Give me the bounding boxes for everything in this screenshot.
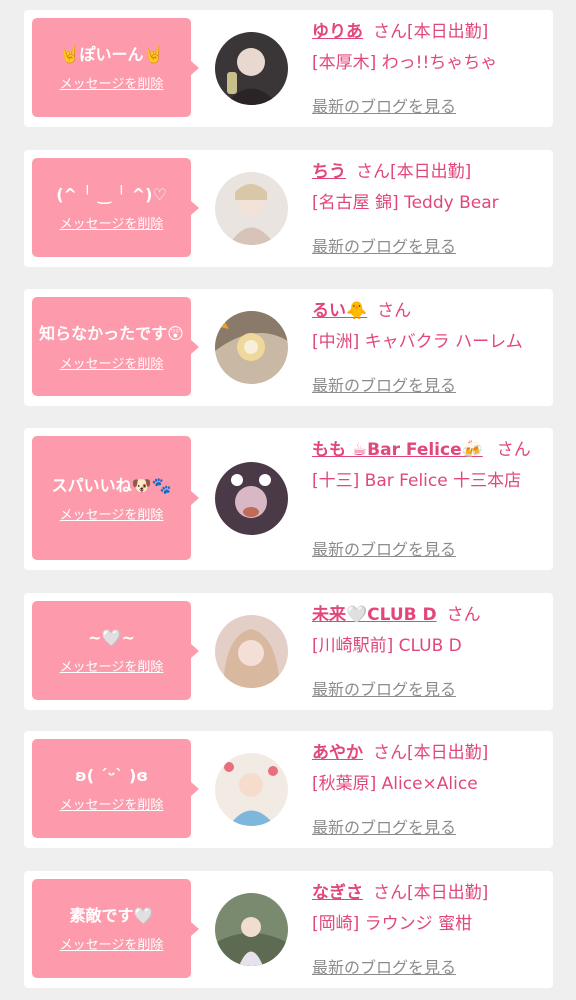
shop-name: [本厚木] わっ!!ちゃちゃ <box>312 53 498 73</box>
delete-message-link[interactable]: メッセージを削除 <box>60 213 164 232</box>
shop-name: [秋葉原] Alice×Alice <box>312 774 478 794</box>
profile-info: あやか さん[本日出勤] [秋葉原] Alice×Alice <box>312 738 545 800</box>
message-card: 素敵です🤍 メッセージを削除 なぎさ さん[本日出勤] [岡崎] ラウンジ 蜜柑 … <box>24 871 553 988</box>
latest-blog-link[interactable]: 最新のブログを見る <box>312 233 456 257</box>
honorific: さん <box>356 162 390 182</box>
message-text: 素敵です🤍 <box>69 906 154 925</box>
cast-name-link[interactable]: ゆりあ <box>312 22 363 42</box>
avatar-photo <box>215 615 288 688</box>
honorific: さん <box>496 440 531 460</box>
message-text: ~🤍~ <box>88 628 135 647</box>
avatar-photo <box>215 893 288 966</box>
honorific: さん <box>373 743 407 763</box>
cast-name-link[interactable]: もも ☕Bar Felice🍻 <box>312 440 483 460</box>
cast-name-link[interactable]: なぎさ <box>312 883 363 903</box>
avatar[interactable] <box>215 462 288 535</box>
honorific: さん <box>446 605 481 625</box>
status-tag: [本日出勤] <box>407 22 489 42</box>
message-text: ʚ( ˊᵕˋ )ɞ <box>75 766 148 785</box>
message-text: 🤘ぽいーん🤘 <box>59 45 164 64</box>
message-card: スパいいね🐶🐾 メッセージを削除 もも ☕Bar Felice🍻 さん [十三] … <box>24 428 553 570</box>
latest-blog-link[interactable]: 最新のブログを見る <box>312 93 456 117</box>
latest-blog-link[interactable]: 最新のブログを見る <box>312 372 456 396</box>
cast-name-link[interactable]: あやか <box>312 743 363 763</box>
avatar-photo <box>215 311 288 384</box>
honorific: さん <box>373 22 407 42</box>
avatar[interactable] <box>215 615 288 688</box>
message-card: ~🤍~ メッセージを削除 未来🤍CLUB D さん [川崎駅前] CLUB D 最… <box>24 593 553 710</box>
avatar-photo <box>215 32 288 105</box>
delete-message-link[interactable]: メッセージを削除 <box>60 794 164 813</box>
profile-info: ゆりあ さん[本日出勤] [本厚木] わっ!!ちゃちゃ <box>312 17 545 79</box>
profile-info: 未来🤍CLUB D さん [川崎駅前] CLUB D <box>312 600 545 662</box>
shop-name: [十三] Bar Felice 十三本店 <box>312 471 522 491</box>
message-bubble: スパいいね🐶🐾 メッセージを削除 <box>32 436 199 560</box>
avatar-photo <box>215 462 288 535</box>
avatar[interactable] <box>215 753 288 826</box>
latest-blog-link[interactable]: 最新のブログを見る <box>312 676 456 700</box>
message-bubble: (^ ╵ ‿ ╵ ^)♡ メッセージを削除 <box>32 158 199 257</box>
delete-message-link[interactable]: メッセージを削除 <box>60 934 164 953</box>
message-bubble: 知らなかったです😲 メッセージを削除 <box>32 297 199 396</box>
status-tag: [本日出勤] <box>407 883 489 903</box>
profile-info: ちう さん[本日出勤] [名古屋 錦] Teddy Bear <box>312 157 545 219</box>
shop-name: [名古屋 錦] Teddy Bear <box>312 193 499 213</box>
delete-message-link[interactable]: メッセージを削除 <box>60 73 164 92</box>
message-text: スパいいね🐶🐾 <box>51 475 172 495</box>
profile-info: なぎさ さん[本日出勤] [岡崎] ラウンジ 蜜柑 <box>312 878 545 940</box>
latest-blog-link[interactable]: 最新のブログを見る <box>312 536 456 560</box>
message-bubble: 素敵です🤍 メッセージを削除 <box>32 879 199 978</box>
avatar[interactable] <box>215 32 288 105</box>
cast-name-link[interactable]: 未来🤍CLUB D <box>312 605 437 625</box>
message-bubble: ʚ( ˊᵕˋ )ɞ メッセージを削除 <box>32 739 199 838</box>
cast-name-link[interactable]: るい🐥 <box>312 301 367 321</box>
cast-name-link[interactable]: ちう <box>312 162 346 182</box>
shop-name: [中洲] キャバクラ ハーレム <box>312 332 523 352</box>
shop-name: [川崎駅前] CLUB D <box>312 636 462 656</box>
delete-message-link[interactable]: メッセージを削除 <box>60 353 164 372</box>
avatar[interactable] <box>215 893 288 966</box>
delete-message-link[interactable]: メッセージを削除 <box>60 504 164 523</box>
status-tag: [本日出勤] <box>407 743 489 763</box>
status-tag: [本日出勤] <box>390 162 472 182</box>
profile-info: るい🐥 さん [中洲] キャバクラ ハーレム <box>312 296 545 358</box>
message-bubble: 🤘ぽいーん🤘 メッセージを削除 <box>32 18 199 117</box>
avatar-photo <box>215 753 288 826</box>
message-card: 知らなかったです😲 メッセージを削除 るい🐥 さん [中洲] キャバクラ ハーレム… <box>24 289 553 406</box>
honorific: さん <box>377 301 412 321</box>
latest-blog-link[interactable]: 最新のブログを見る <box>312 954 456 978</box>
latest-blog-link[interactable]: 最新のブログを見る <box>312 814 456 838</box>
honorific: さん <box>373 883 407 903</box>
avatar[interactable] <box>215 172 288 245</box>
avatar[interactable] <box>215 311 288 384</box>
message-card: ʚ( ˊᵕˋ )ɞ メッセージを削除 あやか さん[本日出勤] [秋葉原] Ali… <box>24 731 553 848</box>
message-card: (^ ╵ ‿ ╵ ^)♡ メッセージを削除 ちう さん[本日出勤] [名古屋 錦]… <box>24 150 553 267</box>
message-bubble: ~🤍~ メッセージを削除 <box>32 601 199 700</box>
message-list: 🤘ぽいーん🤘 メッセージを削除 ゆりあ さん[本日出勤] [本厚木] わっ!!ちゃ… <box>0 0 576 1000</box>
shop-name: [岡崎] ラウンジ 蜜柑 <box>312 914 473 934</box>
message-text: 知らなかったです😲 <box>39 324 184 343</box>
profile-info: もも ☕Bar Felice🍻 さん [十三] Bar Felice 十三本店 <box>312 435 545 497</box>
message-text: (^ ╵ ‿ ╵ ^)♡ <box>56 185 167 204</box>
message-card: 🤘ぽいーん🤘 メッセージを削除 ゆりあ さん[本日出勤] [本厚木] わっ!!ちゃ… <box>24 10 553 127</box>
delete-message-link[interactable]: メッセージを削除 <box>60 656 164 675</box>
avatar-photo <box>215 172 288 245</box>
